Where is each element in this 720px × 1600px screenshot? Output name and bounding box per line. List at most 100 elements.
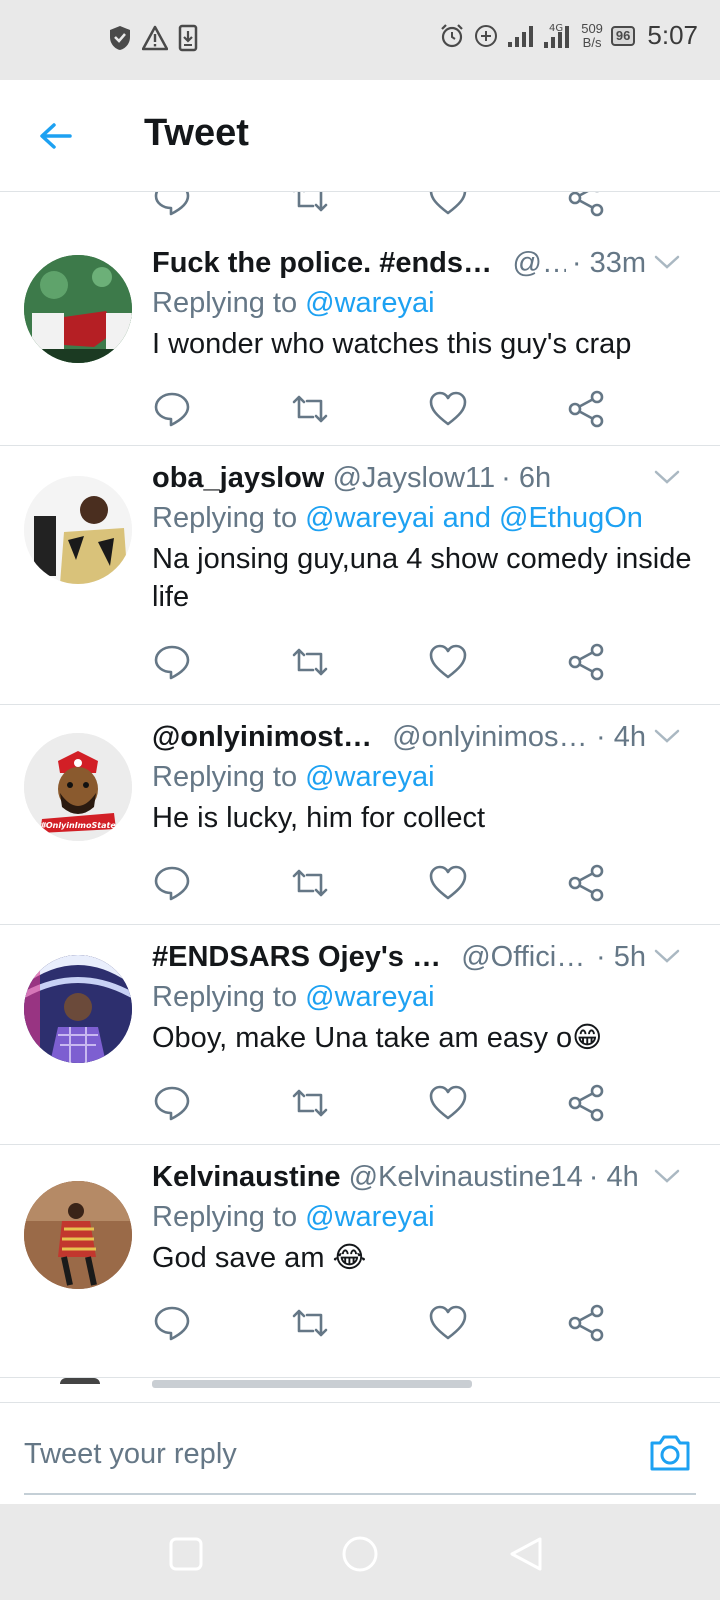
network-speed: 509 B/s [581,20,603,50]
recents-square-icon[interactable] [166,1534,206,1574]
chevron-down-icon[interactable] [652,462,682,492]
reply-input-underline [24,1493,696,1495]
avatar-badge-text: #OnlyinImoState [40,821,116,830]
tweet-text: God save am 😂 [152,1242,367,1274]
share-icon[interactable] [566,642,606,682]
shield-icon [108,24,132,52]
share-icon[interactable] [566,192,606,218]
replying-to-link[interactable]: @wareyai [305,287,434,319]
replying-to-line: Replying to @wareyai [152,283,696,323]
status-right-icons: 4G 509 B/s 96 5:07 [439,20,698,51]
tweet-author-handle: @... [512,247,566,279]
share-icon[interactable] [566,1303,606,1343]
reply-icon[interactable] [152,1083,192,1123]
tweet-time: · 4h [596,721,646,753]
warning-icon [142,25,168,51]
reply-icon[interactable] [152,863,192,903]
like-icon[interactable] [428,642,468,682]
chevron-down-icon[interactable] [652,247,682,277]
replying-to-link[interactable]: @wareyai and @EthugOn [305,502,643,534]
tweet-author-name[interactable]: #ENDSARS Ojey's Law [152,939,453,975]
replying-to-line: Replying to @wareyai [152,1197,696,1237]
like-icon[interactable] [428,389,468,429]
home-circle-icon[interactable] [340,1534,380,1574]
retweet-icon[interactable] [290,389,330,429]
tweet-author-name[interactable]: Kelvinaustine [152,1159,341,1195]
share-icon[interactable] [566,389,606,429]
tweet-time: · 6h [501,462,552,494]
app-header: Tweet [0,80,720,192]
tweet-author-handle: @Kelvinaustine14 [348,1161,583,1193]
back-triangle-icon[interactable] [506,1534,546,1574]
retweet-icon[interactable] [290,1083,330,1123]
tweet-text: Na jonsing guy,una 4 show comedy inside … [152,543,692,613]
tweet-text: He is lucky, him for collect [152,802,486,834]
like-icon[interactable] [428,1303,468,1343]
replying-to-label: Replying to [152,502,298,534]
share-icon[interactable] [566,863,606,903]
replying-to-label: Replying to [152,761,298,793]
like-icon[interactable] [428,863,468,903]
battery-level: 96 [615,28,631,43]
tweet-author-handle: @Jayslow11 [332,462,496,494]
tweet-author-handle: @onlyinimost... [392,721,591,753]
tweet-text: Oboy, make Una take am easy o😁 [152,1022,603,1054]
tweet-item[interactable]: #OnlyinImoState @onlyinimostate @onlyini… [0,705,720,925]
camera-icon[interactable] [648,1433,692,1473]
like-icon[interactable] [428,1083,468,1123]
retweet-icon[interactable] [290,642,330,682]
tweet-item[interactable]: Kelvinaustine @Kelvinaustine14 · 4h Repl… [0,1145,720,1378]
add-circle-icon [473,23,499,49]
status-left-icons [108,24,198,52]
alarm-icon [439,23,465,49]
replying-to-line: Replying to @wareyai [152,757,696,797]
signal-4g-icon: 4G [543,22,573,50]
replying-to-link[interactable]: @wareyai [305,981,434,1013]
chevron-down-icon[interactable] [652,941,682,971]
status-time: 5:07 [647,20,698,50]
signal-icon [507,24,535,48]
reply-icon[interactable] [152,389,192,429]
tweet-author-name[interactable]: Fuck the police. #endsars [152,245,505,281]
avatar[interactable]: #OnlyinImoState [24,733,132,841]
retweet-icon[interactable] [290,863,330,903]
tweet-author-name[interactable]: oba_jayslow [152,460,324,496]
network-speed-unit: B/s [582,34,602,50]
tweet-author-name[interactable]: @onlyinimostate [152,719,384,755]
reply-input[interactable] [24,1429,622,1479]
replying-to-label: Replying to [152,1201,298,1233]
avatar[interactable] [24,955,132,1063]
retweet-icon[interactable] [290,1303,330,1343]
avatar[interactable] [24,255,132,363]
reply-icon[interactable] [152,642,192,682]
page-title: Tweet [144,112,249,154]
tweet-item[interactable]: Fuck the police. #endsars @... · 33m Rep… [0,231,720,446]
system-nav-bar [0,1504,720,1600]
reply-composer [0,1402,720,1512]
reply-icon[interactable] [152,1303,192,1343]
network-speed-value: 509 [581,20,603,36]
avatar[interactable] [24,476,132,584]
chevron-down-icon[interactable] [652,721,682,751]
avatar[interactable] [24,1181,132,1289]
replying-to-label: Replying to [152,981,298,1013]
chevron-down-icon[interactable] [652,1161,682,1191]
battery-indicator: 96 [610,25,636,46]
replying-to-link[interactable]: @wareyai [305,1201,434,1233]
share-icon[interactable] [566,1083,606,1123]
avatar [60,1378,100,1384]
replying-to-link[interactable]: @wareyai [305,761,434,793]
tweet-item[interactable]: #ENDSARS Ojey's Law @Officia... · 5h Rep… [0,925,720,1145]
retweet-icon[interactable] [290,192,330,218]
previous-tweet-actions [0,192,720,232]
download-icon [178,24,198,52]
like-icon[interactable] [428,192,468,218]
reply-icon[interactable] [152,192,192,218]
replying-to-label: Replying to [152,287,298,319]
tweet-item[interactable]: oba_jayslow @Jayslow11 · 6h Replying to … [0,446,720,705]
back-arrow-icon[interactable] [36,116,76,156]
status-bar: 4G 509 B/s 96 5:07 [0,0,720,80]
replying-to-line: Replying to @wareyai [152,977,696,1017]
tweet-time: · 5h [596,941,646,973]
truncated-text [152,1380,472,1388]
